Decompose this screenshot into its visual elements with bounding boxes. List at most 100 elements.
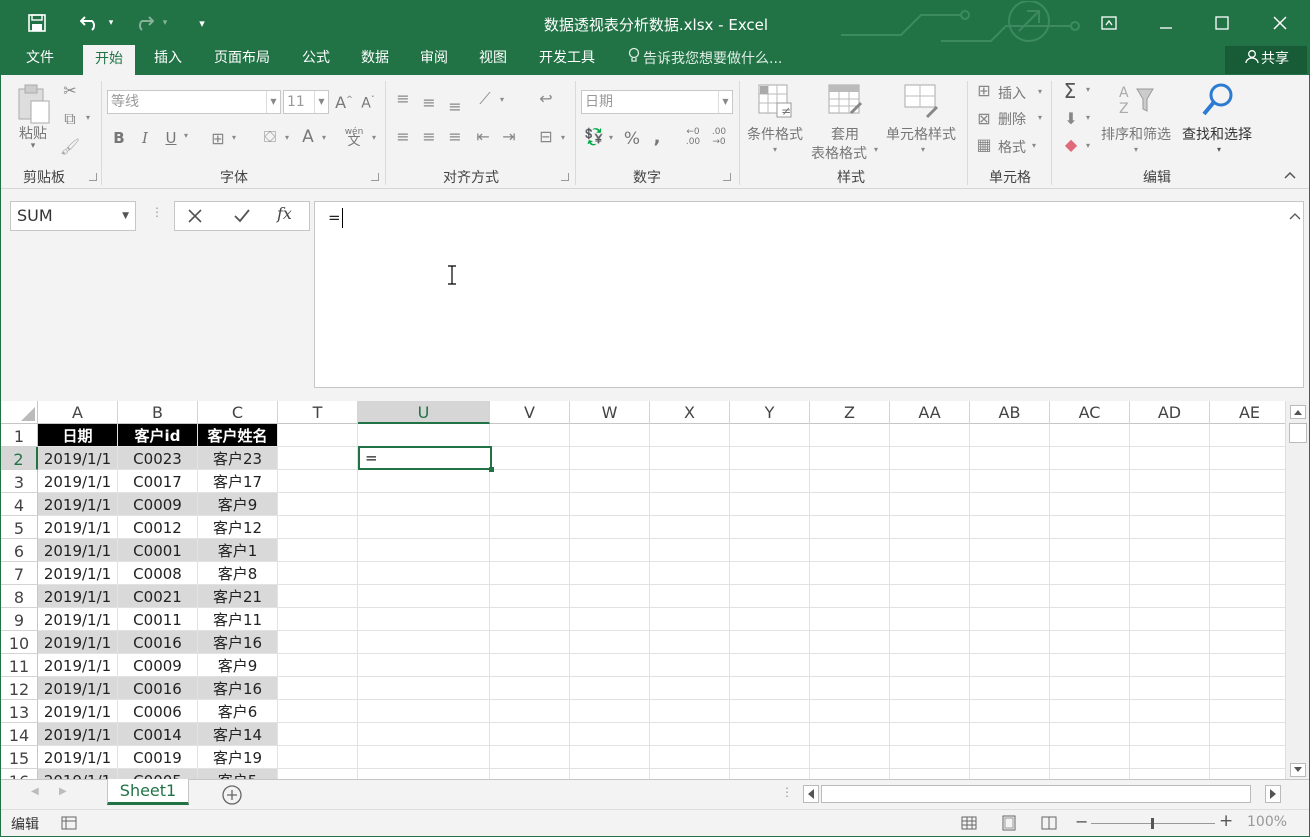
find-select-button[interactable]: 查找和选择 (1177, 124, 1257, 144)
grow-font-icon[interactable]: A^ (335, 93, 353, 112)
decrease-indent-icon[interactable]: ⇤ (473, 127, 493, 146)
tab-splitter-icon[interactable]: ⋮ (781, 785, 793, 799)
fill-dropdown-icon[interactable]: ▾ (1083, 113, 1093, 122)
empty-cell[interactable] (570, 585, 650, 608)
empty-cell[interactable] (730, 608, 810, 631)
cell-styles-dropdown-icon[interactable]: ▾ (918, 145, 928, 154)
row-header-7[interactable]: 7 (1, 562, 38, 585)
empty-cell[interactable] (1130, 562, 1210, 585)
accounting-dropdown-icon[interactable]: ▾ (606, 133, 616, 142)
row-header-11[interactable]: 11 (1, 654, 38, 677)
empty-cell[interactable] (1210, 746, 1285, 769)
table-cell[interactable]: 客户16 (198, 677, 278, 700)
table-cell[interactable]: 2019/1/1 (38, 746, 118, 769)
table-cell[interactable]: C0017 (118, 470, 198, 493)
insert-cells-icon[interactable]: ⊞ (973, 81, 995, 100)
top-align-icon[interactable]: ≡ (393, 89, 413, 108)
empty-cell[interactable] (650, 654, 730, 677)
table-cell[interactable]: 2019/1/1 (38, 516, 118, 539)
empty-cell[interactable] (810, 493, 890, 516)
table-cell[interactable]: 客户21 (198, 585, 278, 608)
borders-icon[interactable]: ⊞ (208, 129, 228, 148)
row-header-2[interactable]: 2 (1, 447, 38, 470)
delete-cells-icon[interactable]: ⊠ (973, 109, 995, 128)
empty-cell[interactable] (570, 769, 650, 779)
empty-cell[interactable] (890, 562, 970, 585)
shrink-font-icon[interactable]: Aˇ (359, 95, 377, 112)
delete-cells-button[interactable]: 删除 (997, 109, 1027, 129)
table-cell[interactable]: C0023 (118, 447, 198, 470)
table-cell[interactable]: 2019/1/1 (38, 654, 118, 677)
empty-cell[interactable] (730, 585, 810, 608)
table-cell[interactable]: 2019/1/1 (38, 723, 118, 746)
empty-cell[interactable] (890, 746, 970, 769)
name-box[interactable]: SUM ▼ (10, 201, 136, 231)
tab-file[interactable]: 文件 (15, 45, 65, 75)
tab-page-layout[interactable]: 页面布局 (203, 45, 281, 75)
table-cell[interactable]: 客户1 (198, 539, 278, 562)
column-header-b[interactable]: B (118, 401, 198, 424)
empty-cell[interactable] (1210, 447, 1285, 470)
italic-button[interactable]: I (137, 129, 153, 147)
table-cell[interactable]: C0016 (118, 631, 198, 654)
empty-cell[interactable] (890, 608, 970, 631)
row-header-5[interactable]: 5 (1, 516, 38, 539)
empty-cell[interactable] (570, 447, 650, 470)
page-break-view-icon[interactable] (1041, 815, 1057, 831)
empty-cell[interactable] (1130, 516, 1210, 539)
active-cell[interactable]: = (358, 446, 492, 470)
empty-cell[interactable] (810, 608, 890, 631)
empty-cell[interactable] (358, 516, 490, 539)
sort-filter-icon[interactable]: AZ (1117, 83, 1157, 119)
empty-cell[interactable] (1210, 516, 1285, 539)
empty-cell[interactable] (730, 769, 810, 779)
fill-color-icon[interactable]: ⛋ (259, 127, 281, 147)
row-header-16[interactable]: 16 (1, 769, 38, 779)
autosum-icon[interactable]: Σ (1059, 79, 1081, 103)
empty-cell[interactable] (570, 677, 650, 700)
table-cell[interactable]: 客户6 (198, 700, 278, 723)
empty-cell[interactable] (970, 424, 1050, 447)
zoom-in-button[interactable]: + (1219, 811, 1233, 831)
tab-home[interactable]: 开始 (83, 45, 135, 75)
empty-cell[interactable] (490, 562, 570, 585)
empty-cell[interactable] (1210, 654, 1285, 677)
empty-cell[interactable] (570, 700, 650, 723)
empty-cell[interactable] (650, 677, 730, 700)
underline-button[interactable]: U (163, 129, 179, 147)
sheet-scroll-right-icon[interactable]: ▶ (59, 786, 73, 797)
row-header-10[interactable]: 10 (1, 631, 38, 654)
empty-cell[interactable] (358, 654, 490, 677)
empty-cell[interactable] (650, 700, 730, 723)
insert-function-icon[interactable]: fx (277, 204, 299, 223)
format-painter-icon[interactable]: 🖌 (59, 137, 81, 156)
column-header-ac[interactable]: AC (1050, 401, 1130, 424)
orientation-icon[interactable]: ⟋ (473, 89, 497, 109)
insert-dropdown-icon[interactable]: ▾ (1035, 87, 1045, 96)
empty-cell[interactable] (970, 539, 1050, 562)
empty-cell[interactable] (1210, 769, 1285, 779)
number-launcher-icon[interactable] (723, 173, 731, 181)
row-header-6[interactable]: 6 (1, 539, 38, 562)
phonetic-dropdown-icon[interactable]: ▾ (369, 133, 379, 142)
row-header-12[interactable]: 12 (1, 677, 38, 700)
paste-icon[interactable] (15, 83, 51, 127)
empty-cell[interactable] (890, 493, 970, 516)
empty-cell[interactable] (278, 585, 358, 608)
collapse-ribbon-icon[interactable] (1283, 169, 1299, 183)
font-color-dropdown-icon[interactable]: ▾ (319, 133, 329, 142)
tab-insert[interactable]: 插入 (144, 45, 192, 75)
column-header-v[interactable]: V (490, 401, 570, 424)
table-cell[interactable]: C0016 (118, 677, 198, 700)
conditional-formatting-icon[interactable]: ≠ (757, 83, 793, 119)
row-header-13[interactable]: 13 (1, 700, 38, 723)
empty-cell[interactable] (1050, 677, 1130, 700)
row-header-8[interactable]: 8 (1, 585, 38, 608)
merge-center-icon[interactable]: ⊟ (535, 127, 557, 146)
empty-cell[interactable] (730, 723, 810, 746)
table-cell[interactable]: C0009 (118, 493, 198, 516)
find-dropdown-icon[interactable]: ▾ (1214, 145, 1224, 154)
scroll-right-icon[interactable] (1265, 785, 1281, 803)
page-layout-view-icon[interactable] (1001, 815, 1017, 831)
row-header-3[interactable]: 3 (1, 470, 38, 493)
